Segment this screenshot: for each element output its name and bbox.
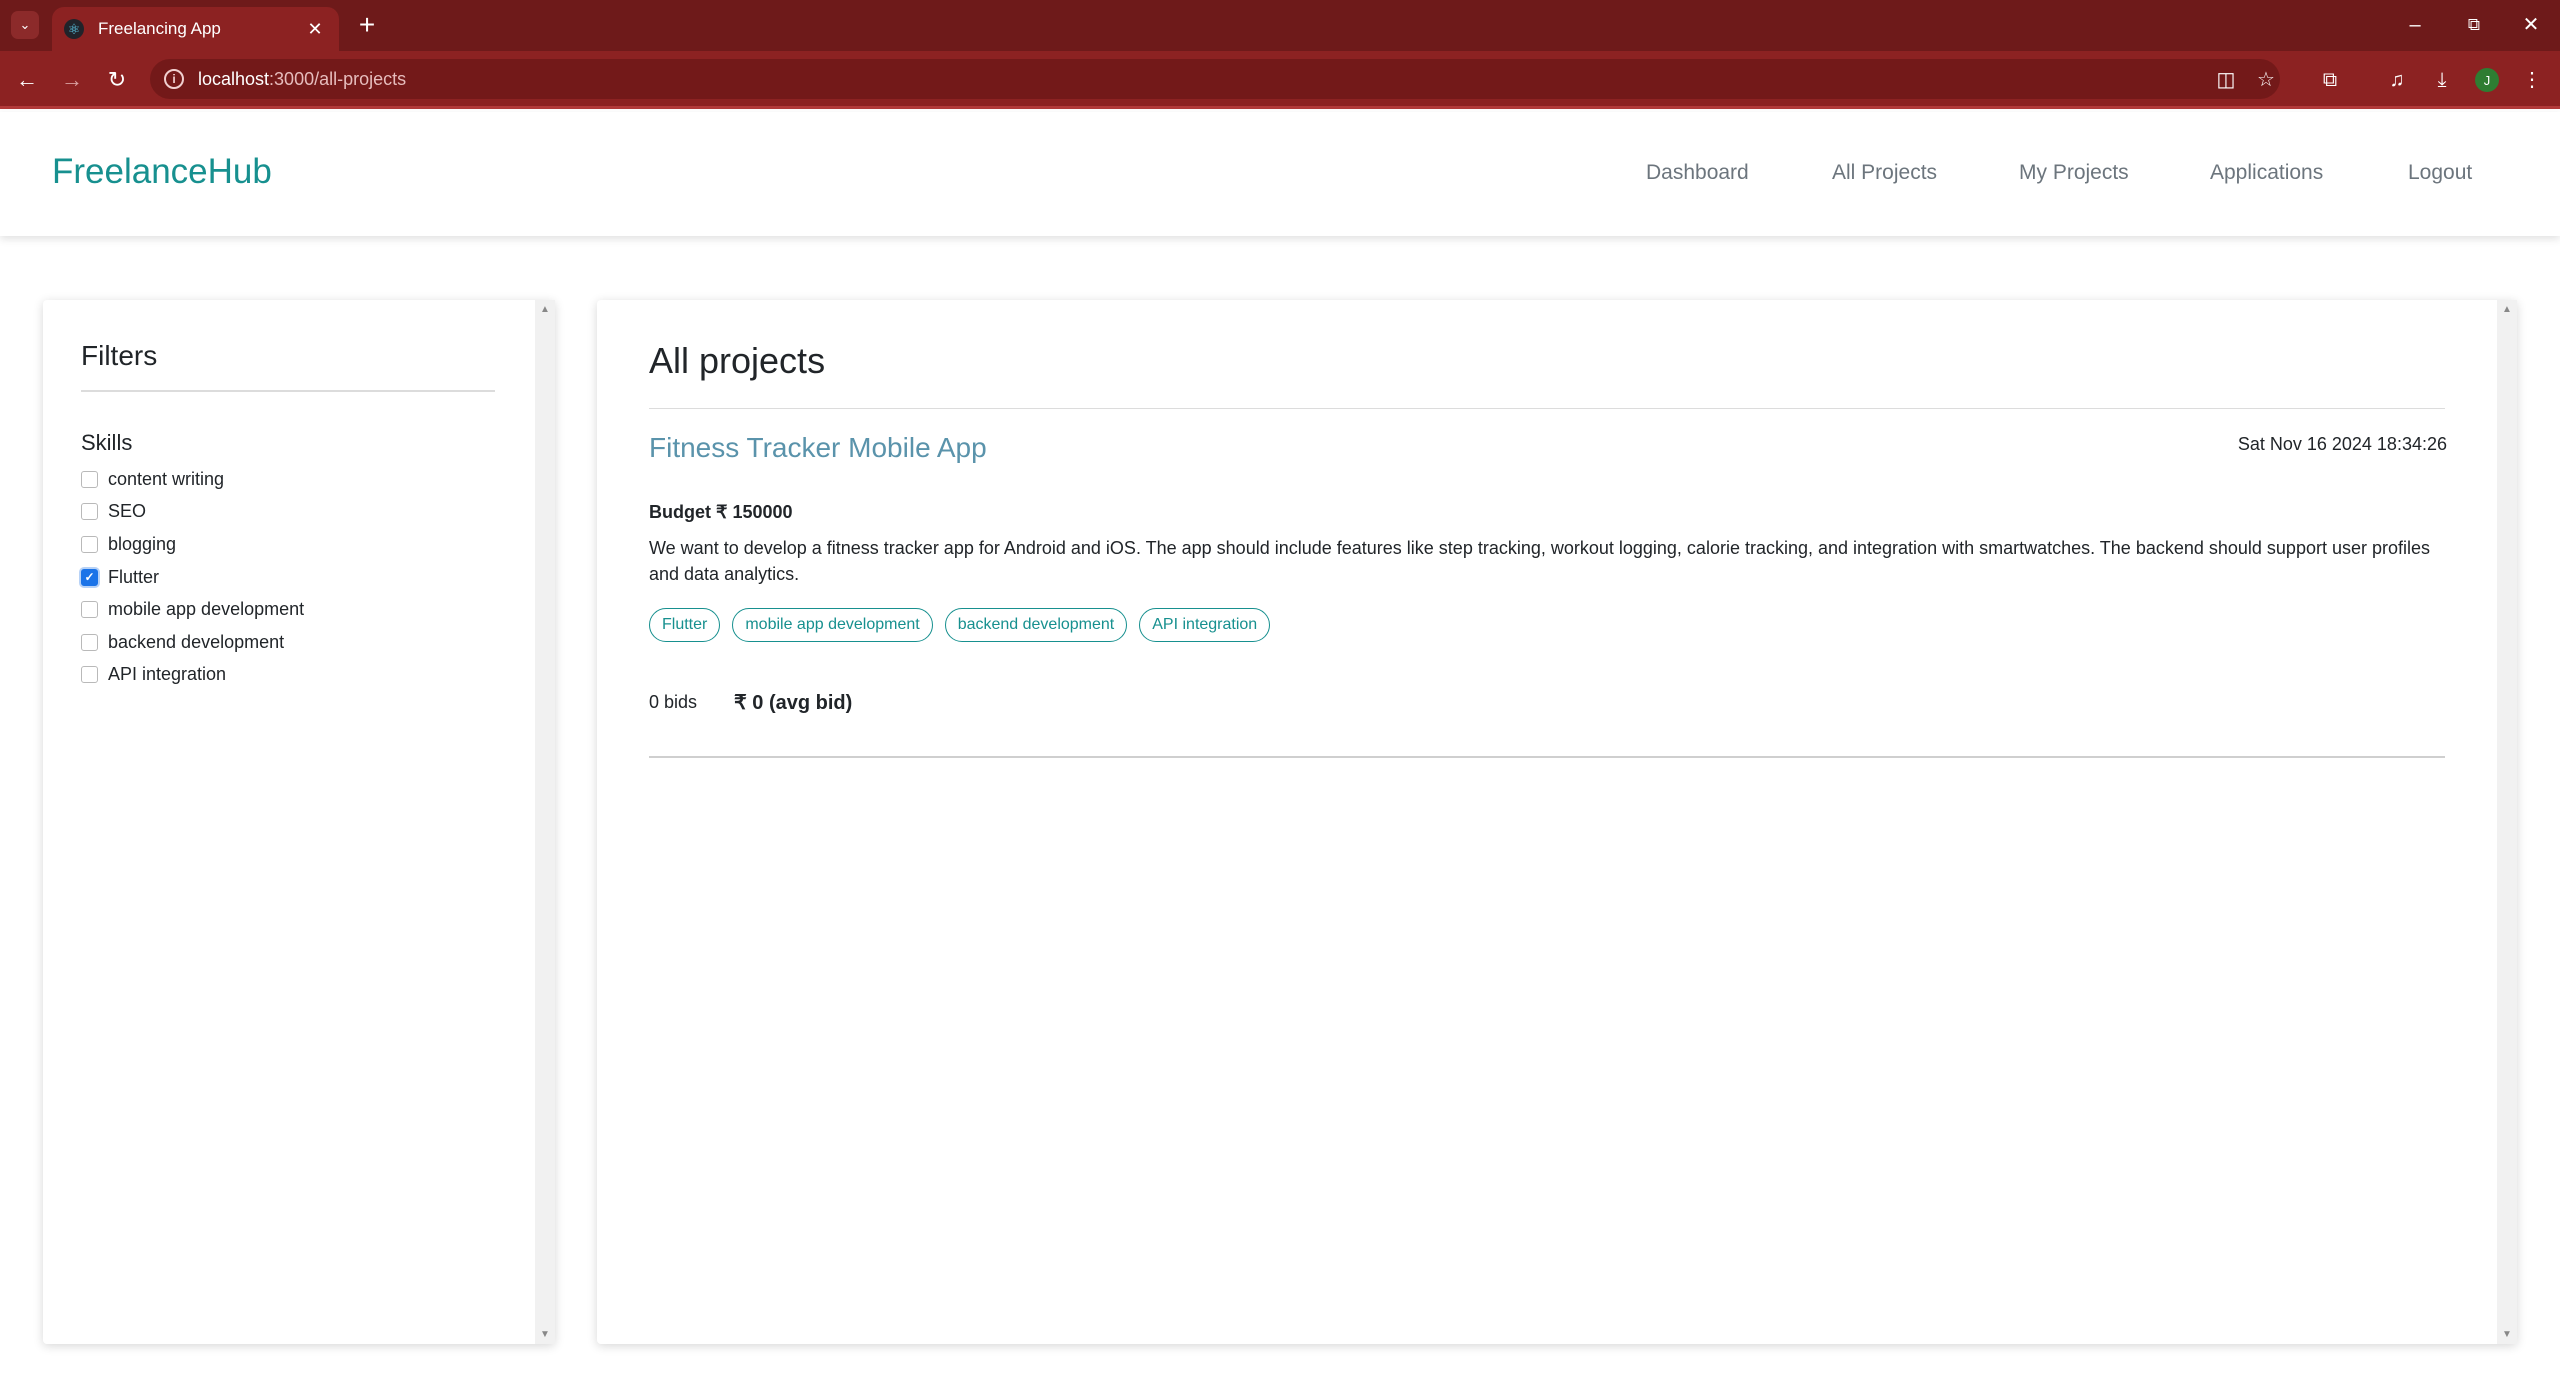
skill-filter-blogging[interactable]: blogging: [81, 531, 176, 557]
scroll-down-arrow-icon[interactable]: ▼: [2497, 1329, 2517, 1340]
downloads-icon[interactable]: ⤓: [2427, 65, 2457, 95]
page-title: All projects: [649, 340, 826, 381]
browser-toolbar: ← → ↻ i localhost:3000/all-projects ◫ ☆ …: [0, 51, 2560, 109]
project-skill-tags: Flutter mobile app development backend d…: [649, 608, 1282, 642]
skill-tag: Flutter: [649, 608, 721, 642]
skill-filter-api-integration[interactable]: API integration: [81, 661, 226, 687]
extensions-icon[interactable]: ⧉: [2315, 65, 2345, 95]
title-divider: [649, 408, 2445, 409]
tab-title: Freelancing App: [98, 19, 221, 38]
skill-tag: mobile app development: [732, 608, 933, 642]
nav-my-projects[interactable]: My Projects: [2019, 161, 2129, 185]
react-favicon-icon: ⚛: [64, 19, 84, 39]
skill-checkbox[interactable]: [81, 470, 98, 488]
site-info-icon[interactable]: i: [164, 69, 184, 89]
skill-checkbox[interactable]: [81, 535, 98, 553]
skill-checkbox[interactable]: [81, 600, 98, 618]
skill-checkbox[interactable]: [81, 633, 98, 651]
skill-checkbox[interactable]: [81, 665, 98, 683]
skill-label: API integration: [108, 663, 227, 684]
nav-logout[interactable]: Logout: [2408, 161, 2472, 185]
nav-all-projects[interactable]: All Projects: [1832, 161, 1937, 185]
skills-heading: Skills: [81, 430, 133, 455]
tab-close-icon[interactable]: ✕: [303, 19, 327, 40]
address-bar[interactable]: i localhost:3000/all-projects ◫ ☆: [150, 59, 2280, 99]
back-icon[interactable]: ←: [12, 65, 42, 95]
filters-divider: [81, 390, 495, 392]
scroll-down-arrow-icon[interactable]: ▼: [535, 1329, 555, 1340]
project-bid-count: 0 bids: [649, 692, 698, 712]
url-path: :3000/all-projects: [269, 68, 407, 89]
skill-label: blogging: [108, 533, 177, 554]
minimize-icon[interactable]: –: [2400, 10, 2430, 40]
skill-checkbox-checked[interactable]: ✓: [81, 568, 98, 586]
projects-scrollbar[interactable]: ▲ ▼: [2497, 300, 2517, 1344]
close-window-icon[interactable]: ✕: [2516, 10, 2546, 40]
filters-panel: Filters Skills content writing SEO blogg…: [43, 300, 555, 1344]
project-divider: [649, 756, 2445, 758]
skill-label: backend development: [108, 631, 285, 652]
project-budget: Budget ₹ 150000: [649, 502, 793, 522]
install-app-icon[interactable]: ◫: [2212, 67, 2240, 92]
new-tab-icon[interactable]: +: [352, 10, 382, 40]
skill-filter-mobile-app-development[interactable]: mobile app development: [81, 596, 304, 622]
skill-label: SEO: [108, 500, 147, 521]
browser-tab-bar: ⌄ ⚛ Freelancing App ✕ + – ⧉ ✕: [0, 0, 2560, 51]
browser-tab[interactable]: ⚛ Freelancing App ✕: [52, 7, 339, 51]
media-controls-icon[interactable]: ♫: [2382, 65, 2412, 95]
filters-title: Filters: [81, 340, 158, 371]
forward-icon[interactable]: →: [57, 65, 87, 95]
skill-filter-content-writing[interactable]: content writing: [81, 466, 224, 492]
bookmark-star-icon[interactable]: ☆: [2252, 67, 2280, 92]
reload-icon[interactable]: ↻: [102, 65, 132, 95]
project-description: We want to develop a fitness tracker app…: [649, 538, 2430, 584]
skill-filter-seo[interactable]: SEO: [81, 498, 146, 524]
skill-label: mobile app development: [108, 598, 305, 619]
project-avg-bid: ₹ 0 (avg bid): [734, 692, 853, 714]
url-host: localhost: [198, 68, 270, 89]
nav-applications[interactable]: Applications: [2210, 161, 2323, 185]
skill-tag: backend development: [944, 608, 1128, 642]
skill-label: content writing: [108, 468, 225, 489]
restore-icon[interactable]: ⧉: [2459, 10, 2489, 40]
profile-avatar[interactable]: J: [2475, 68, 2499, 92]
filters-scrollbar[interactable]: ▲ ▼: [535, 300, 555, 1344]
browser-menu-icon[interactable]: ⋮: [2517, 65, 2547, 95]
scroll-up-arrow-icon[interactable]: ▲: [2497, 304, 2517, 315]
tab-search-chevron-icon[interactable]: ⌄: [11, 11, 39, 39]
skill-filter-flutter[interactable]: ✓ Flutter: [81, 564, 159, 590]
project-title-link[interactable]: Fitness Tracker Mobile App: [649, 432, 987, 464]
skill-checkbox[interactable]: [81, 502, 98, 520]
projects-panel: All projects Fitness Tracker Mobile App …: [597, 300, 2517, 1344]
skill-filter-backend-development[interactable]: backend development: [81, 629, 284, 655]
app-header: FreelanceHub Dashboard All Projects My P…: [0, 112, 2560, 236]
skill-label: Flutter: [108, 566, 160, 587]
project-date: Sat Nov 16 2024 18:34:26: [2237, 434, 2447, 454]
skill-tag: API integration: [1139, 608, 1271, 642]
nav-dashboard[interactable]: Dashboard: [1646, 161, 1749, 185]
scroll-up-arrow-icon[interactable]: ▲: [535, 304, 555, 315]
brand-logo[interactable]: FreelanceHub: [52, 152, 272, 192]
